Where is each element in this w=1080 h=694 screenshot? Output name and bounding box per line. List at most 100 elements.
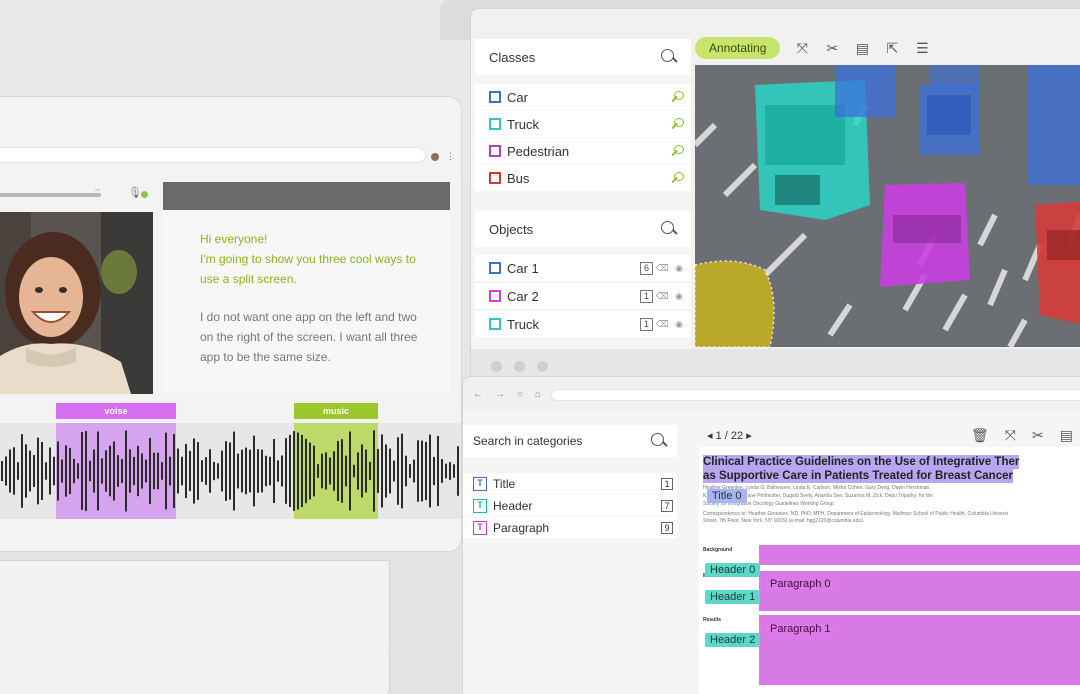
voise-label-chip[interactable]: voise — [56, 403, 176, 419]
class-item-pedestrian[interactable]: Pedestrian — [475, 138, 691, 164]
waveform-bar — [221, 450, 223, 492]
waveform-bar — [69, 447, 71, 495]
transcript-line[interactable]: on the right of the screen. I want all t… — [200, 327, 417, 347]
text-type-icon: T — [473, 520, 487, 535]
waveform-bar — [269, 456, 271, 486]
paragraph-tag[interactable]: Paragraph 0 — [765, 577, 836, 591]
microphone-icon[interactable]: 🎙 — [128, 186, 142, 199]
section-label: Results — [703, 617, 722, 623]
waveform-bar — [9, 449, 11, 493]
video-frame[interactable] — [0, 212, 153, 394]
more-icon[interactable]: ⋮ — [446, 151, 455, 162]
waveform-bar — [93, 449, 95, 493]
object-label: Truck — [507, 316, 540, 332]
visibility-icon[interactable]: ⌫ ◉ — [656, 319, 685, 330]
avatar[interactable] — [431, 153, 439, 161]
music-label-chip[interactable]: music — [294, 403, 378, 419]
key-icon[interactable] — [671, 145, 684, 157]
class-item-bus[interactable]: Bus — [475, 165, 691, 191]
back-arrow-icon[interactable]: ← — [473, 389, 483, 400]
document-title-line[interactable]: as Supportive Care in Patients Treated f… — [703, 469, 1013, 483]
sliders-icon[interactable]: ☰ — [914, 40, 930, 56]
waveform-bar — [161, 462, 163, 480]
transcript-line[interactable]: app to be the same size. — [200, 347, 331, 367]
waveform-bar — [149, 437, 151, 505]
object-item[interactable]: Car 1 6 ⌫ ◉ — [475, 255, 691, 281]
forward-arrow-icon[interactable]: → — [495, 389, 505, 400]
document-page[interactable]: Clinical Practice Guidelines on the Use … — [699, 447, 1080, 694]
next-page-icon[interactable]: ▸ — [746, 430, 752, 442]
export-icon[interactable]: ⇱ — [884, 40, 900, 56]
comment-icon[interactable]: ▤ — [854, 40, 870, 56]
class-item-truck[interactable]: Truck — [475, 111, 691, 137]
page-navigator[interactable]: ◂ 1 / 22 ▸ — [707, 429, 752, 442]
waveform-bar — [101, 458, 103, 484]
waveform-bar — [121, 459, 123, 483]
category-item-header[interactable]: T Header 7 — [463, 495, 677, 516]
search-icon[interactable] — [651, 433, 667, 449]
scissors-icon[interactable]: ✂ — [1032, 427, 1044, 444]
waveform-bar — [457, 446, 459, 496]
transcript-line[interactable]: I do not want one app on the left and tw… — [200, 307, 417, 327]
waveform-bar — [265, 455, 267, 487]
audio-waveform[interactable] — [0, 423, 461, 519]
search-icon[interactable] — [661, 49, 677, 65]
waveform-bar — [233, 431, 235, 511]
waveform-bar — [85, 431, 87, 511]
transcript-line[interactable]: use a split screen. — [200, 269, 297, 289]
transcript-line[interactable]: I'm going to show you three cool ways to — [200, 249, 416, 269]
visibility-icon[interactable]: ⌫ ◉ — [656, 263, 685, 274]
waveform-bar — [305, 438, 307, 504]
header-tag[interactable]: Header 0 — [705, 563, 761, 577]
window-dot — [514, 361, 525, 372]
transcript-header — [163, 182, 450, 210]
category-item-paragraph[interactable]: T Paragraph 9 — [463, 517, 677, 538]
visibility-icon[interactable]: ⌫ ◉ — [656, 291, 685, 302]
expand-icon[interactable]: ⤧ — [794, 40, 810, 56]
object-count: 1 — [640, 317, 653, 331]
waveform-bar — [453, 464, 455, 478]
key-icon[interactable] — [671, 91, 684, 103]
scissors-icon[interactable]: ✂ — [824, 40, 840, 56]
waveform-bar — [105, 450, 107, 492]
waveform-bar — [421, 440, 423, 502]
annotating-status-pill[interactable]: Annotating — [695, 37, 781, 59]
category-search[interactable]: Search in categories — [463, 425, 677, 457]
reload-icon[interactable]: ○ — [517, 389, 523, 400]
address-bar[interactable] — [551, 389, 1080, 401]
prev-page-icon[interactable]: ◂ — [707, 430, 713, 442]
annotated-traffic-image[interactable] — [695, 65, 1080, 347]
waveform-bar — [229, 442, 231, 500]
transcript-line[interactable]: Hi everyone! — [200, 229, 267, 249]
classes-header: Classes — [475, 39, 691, 75]
object-item[interactable]: Car 2 1 ⌫ ◉ — [475, 283, 691, 309]
title-tag[interactable]: Title 0 — [707, 489, 747, 503]
key-icon[interactable] — [671, 118, 684, 130]
comment-icon[interactable]: ▤ — [1060, 427, 1073, 444]
correspondence-line: Street, 7th Floor, New York, NY 10032 (e… — [703, 518, 865, 524]
key-icon[interactable] — [671, 172, 684, 184]
document-title-line[interactable]: Clinical Practice Guidelines on the Use … — [703, 455, 1020, 469]
audio-progress-bar[interactable] — [0, 193, 101, 197]
object-item[interactable]: Truck 1 ⌫ ◉ — [475, 311, 691, 337]
category-search-input[interactable]: Search in categories — [473, 434, 582, 448]
paragraph-tag[interactable]: Paragraph 1 — [765, 622, 836, 636]
home-icon[interactable]: ⌂ — [535, 389, 541, 400]
trash-icon[interactable]: 🗑 — [971, 427, 989, 444]
paragraph-region[interactable] — [759, 545, 1080, 565]
category-label: Header — [493, 498, 533, 513]
waveform-bar — [361, 444, 363, 498]
address-bar[interactable] — [0, 147, 426, 163]
bounding-box-icon — [489, 318, 501, 330]
class-item-car[interactable]: Car — [475, 84, 691, 110]
waveform-bar — [129, 449, 131, 493]
classes-title: Classes — [489, 49, 536, 65]
waveform-bar — [45, 462, 47, 480]
header-tag[interactable]: Header 1 — [705, 590, 761, 604]
expand-icon[interactable]: ⤧ — [1005, 427, 1016, 444]
search-icon[interactable] — [661, 221, 677, 237]
category-item-title[interactable]: T Title 1 — [463, 473, 677, 494]
waveform-bar — [141, 453, 143, 489]
header-tag[interactable]: Header 2 — [705, 633, 761, 647]
objects-header: Objects — [475, 211, 691, 247]
